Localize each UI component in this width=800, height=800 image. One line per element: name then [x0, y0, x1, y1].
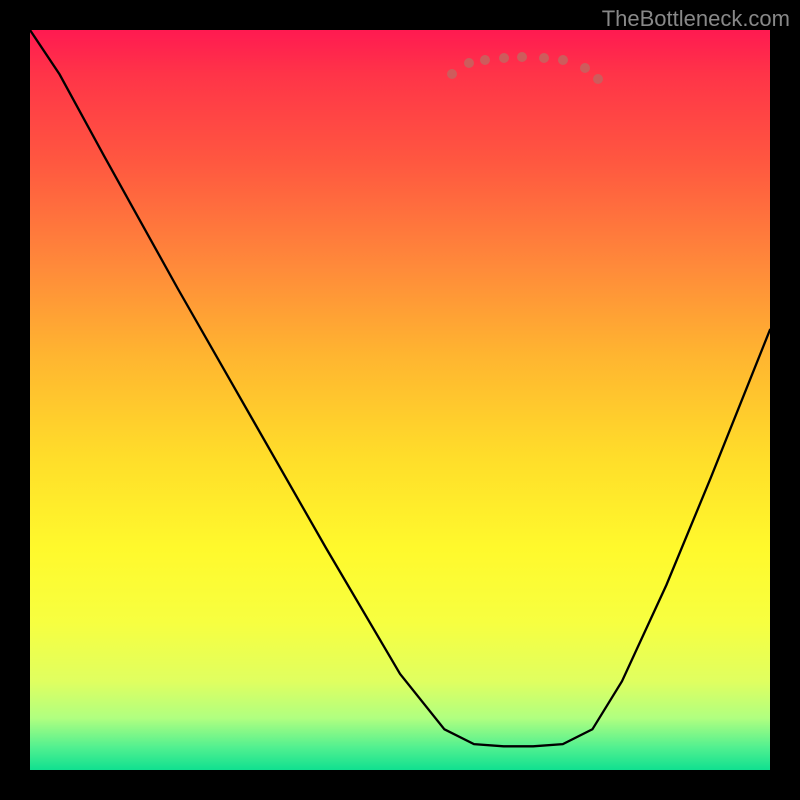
valley-dot — [499, 53, 509, 63]
valley-dot — [480, 55, 490, 65]
valley-dot — [447, 69, 457, 79]
valley-marker-dots — [30, 30, 770, 770]
valley-dot — [593, 74, 603, 84]
valley-dot — [464, 58, 474, 68]
valley-dot — [517, 52, 527, 62]
valley-dot — [558, 55, 568, 65]
figure: TheBottleneck.com — [0, 0, 800, 800]
valley-dot — [580, 63, 590, 73]
attribution-text: TheBottleneck.com — [602, 6, 790, 32]
plot-area — [30, 30, 770, 770]
valley-dot — [539, 53, 549, 63]
